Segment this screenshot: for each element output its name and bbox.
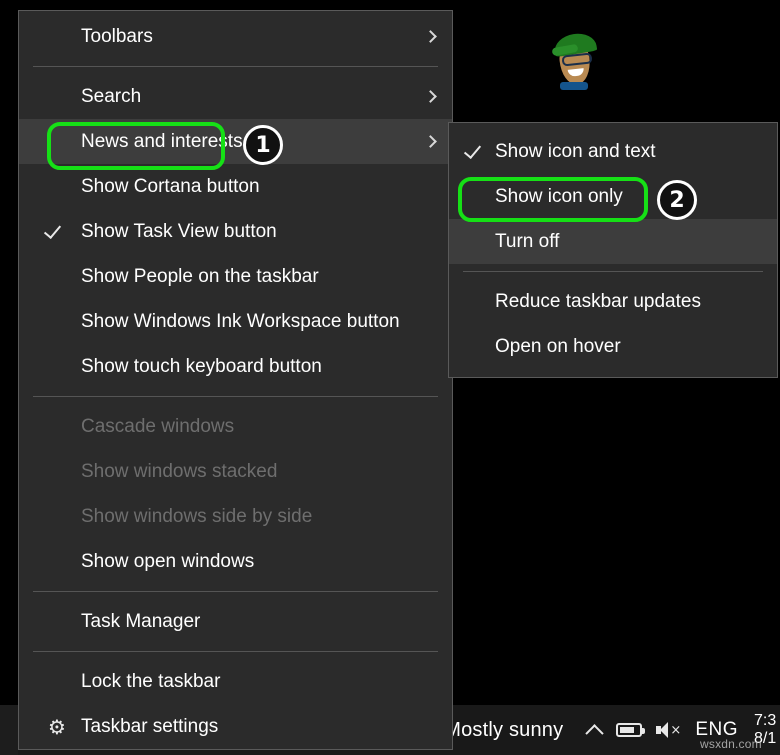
context-menu-item-label: Task Manager (81, 611, 200, 633)
weather-label: Mostly sunny (444, 719, 563, 742)
chevron-up-icon (585, 724, 603, 742)
context-menu-item-label: Cascade windows (81, 416, 234, 438)
chevron-right-icon (426, 30, 436, 44)
context-menu-item-show-windows-ink-workspace-button[interactable]: Show Windows Ink Workspace button (19, 299, 452, 344)
chevron-right-icon (426, 135, 436, 149)
context-menu-item-label: Show Windows Ink Workspace button (81, 311, 400, 333)
check-icon (45, 221, 67, 243)
submenu-item-show-icon-and-text[interactable]: Show icon and text (449, 129, 777, 174)
context-menu-separator (33, 651, 438, 652)
show-hidden-icons-button[interactable] (579, 705, 609, 755)
speaker-cone (660, 722, 668, 738)
submenu-item-turn-off[interactable]: Turn off (449, 219, 777, 264)
clock-date: 8/1 (754, 730, 778, 748)
step-badge-1: 1 (243, 125, 283, 165)
submenu-item-open-on-hover[interactable]: Open on hover (449, 324, 777, 369)
context-menu-item-label: Search (81, 86, 141, 108)
submenu-item-label: Reduce taskbar updates (495, 291, 701, 313)
battery-button[interactable] (609, 705, 649, 755)
gear-icon: ⚙ (46, 716, 68, 738)
system-tray: Mostly sunny × ENG 7:3 8/1 (430, 705, 780, 755)
screen: Mostly sunny × ENG 7:3 8/1 (0, 0, 780, 755)
context-menu-item-label: Show Cortana button (81, 176, 260, 198)
context-menu-item-label: Show open windows (81, 551, 254, 573)
context-menu-item-show-windows-stacked: Show windows stacked (19, 449, 452, 494)
context-menu-item-search[interactable]: Search (19, 74, 452, 119)
submenu-item-reduce-taskbar-updates[interactable]: Reduce taskbar updates (449, 279, 777, 324)
context-menu-item-label: Show windows side by side (81, 506, 312, 528)
context-menu-item-label: Taskbar settings (81, 716, 218, 738)
speaker-mute-x: × (670, 725, 681, 736)
context-menu-item-taskbar-settings[interactable]: ⚙ Taskbar settings (19, 704, 452, 749)
context-menu-separator (33, 591, 438, 592)
submenu-item-label: Open on hover (495, 336, 621, 358)
context-menu-item-show-open-windows[interactable]: Show open windows (19, 539, 452, 584)
cartoon-avatar-icon[interactable] (548, 28, 606, 90)
context-menu-separator (33, 66, 438, 67)
battery-level (620, 727, 634, 733)
context-menu-item-label: News and interests (81, 131, 243, 153)
context-menu-item-show-touch-keyboard-button[interactable]: Show touch keyboard button (19, 344, 452, 389)
context-menu-item-label: Show People on the taskbar (81, 266, 319, 288)
context-menu-item-toolbars[interactable]: Toolbars (19, 14, 452, 59)
context-menu-item-show-cortana-button[interactable]: Show Cortana button (19, 164, 452, 209)
submenu-separator (463, 271, 763, 272)
context-menu-item-cascade-windows: Cascade windows (19, 404, 452, 449)
context-menu-item-lock-the-taskbar[interactable]: Lock the taskbar (19, 659, 452, 704)
check-icon (465, 141, 487, 163)
taskbar-context-menu[interactable]: Toolbars Search News and interests Show Cor… (18, 10, 453, 750)
context-menu-separator (33, 396, 438, 397)
context-menu-item-task-manager[interactable]: Task Manager (19, 599, 452, 644)
context-menu-item-show-windows-side-by-side: Show windows side by side (19, 494, 452, 539)
context-menu-item-label: Lock the taskbar (81, 671, 220, 693)
submenu-item-label: Show icon only (495, 186, 623, 208)
context-menu-item-label: Toolbars (81, 26, 153, 48)
speaker-muted-icon: × (656, 721, 678, 739)
volume-button[interactable]: × (649, 705, 685, 755)
context-menu-item-label: Show touch keyboard button (81, 356, 322, 378)
clock[interactable]: 7:3 8/1 (748, 712, 778, 749)
submenu-item-label: Show icon and text (495, 141, 656, 163)
submenu-item-show-icon-only[interactable]: Show icon only (449, 174, 777, 219)
battery-icon (616, 723, 642, 737)
chevron-right-icon (426, 90, 436, 104)
avatar-collar (560, 82, 588, 90)
context-menu-item-show-people-on-the-taskbar[interactable]: Show People on the taskbar (19, 254, 452, 299)
submenu-item-label: Turn off (495, 231, 559, 253)
taskbar-left-edge (0, 705, 18, 755)
context-menu-item-news-and-interests[interactable]: News and interests (19, 119, 452, 164)
news-and-interests-submenu[interactable]: Show icon and text Show icon only Turn off… (448, 122, 778, 378)
context-menu-item-show-task-view-button[interactable]: Show Task View button (19, 209, 452, 254)
context-menu-item-label: Show windows stacked (81, 461, 277, 483)
step-badge-2: 2 (657, 180, 697, 220)
clock-time: 7:3 (754, 712, 778, 730)
context-menu-item-label: Show Task View button (81, 221, 277, 243)
language-indicator[interactable]: ENG (685, 719, 748, 741)
